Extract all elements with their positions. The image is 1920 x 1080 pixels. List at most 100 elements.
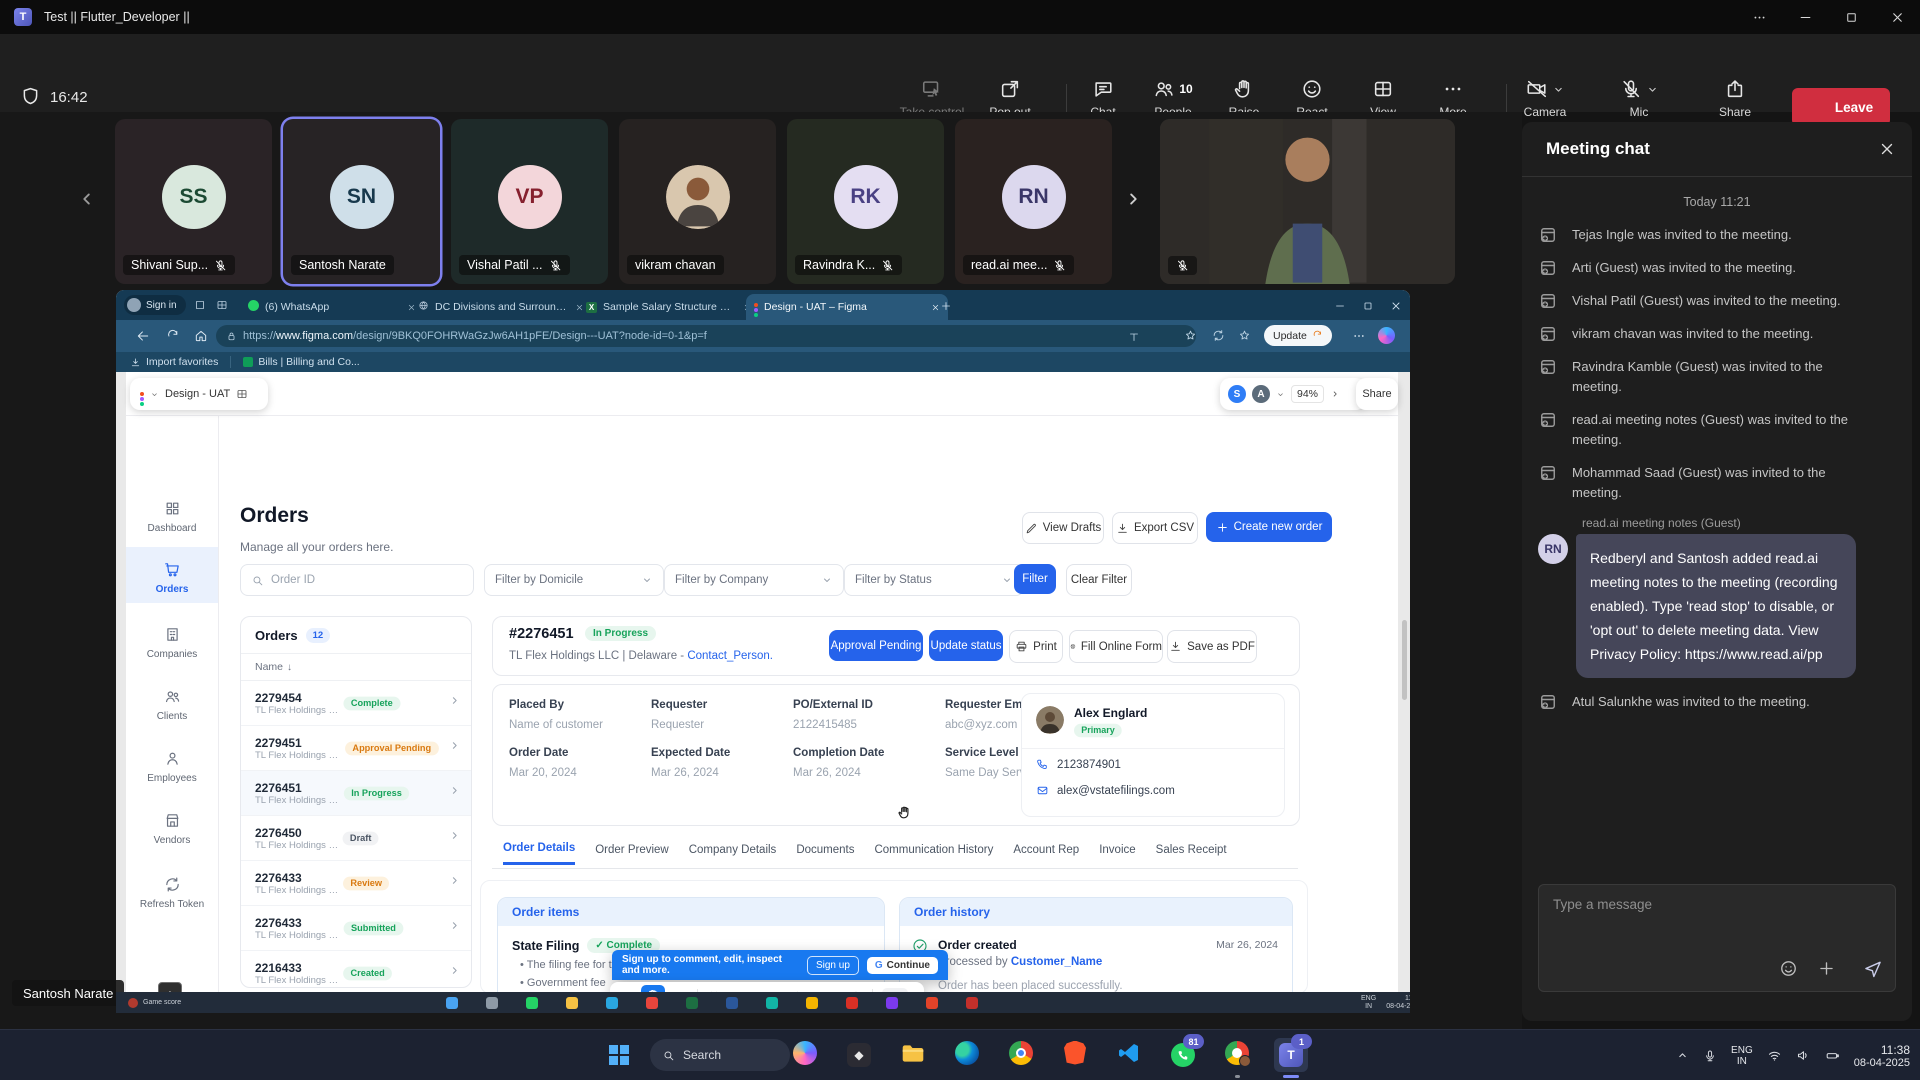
taskbar-icon-vscode[interactable] xyxy=(1112,1038,1146,1072)
browser-tab[interactable]: Design - UAT – Figma xyxy=(746,294,948,320)
language-indicator[interactable]: ENGIN xyxy=(1731,1045,1753,1067)
filter-domicile-select[interactable]: Filter by Domicile xyxy=(484,564,664,596)
order-row-2276450[interactable]: 2276450TL Flex Holdings LLCDraft xyxy=(241,816,471,861)
attach-plus-icon[interactable] xyxy=(1817,959,1836,978)
order-row-2276451[interactable]: 2276451TL Flex Holdings LLCIn Progress xyxy=(241,771,471,816)
close-button[interactable] xyxy=(1874,0,1920,34)
shared-widgets[interactable]: Game score xyxy=(128,998,181,1008)
tab-documents[interactable]: Documents xyxy=(796,844,854,864)
tab-actions-2[interactable] xyxy=(216,298,228,316)
refresh-icon[interactable] xyxy=(166,329,180,343)
browser-close-button[interactable] xyxy=(1390,299,1402,317)
import-favorites[interactable]: Import favorites xyxy=(130,356,218,368)
close-icon[interactable] xyxy=(931,303,940,312)
taskbar-icon-whatsapp[interactable]: 81 xyxy=(1166,1038,1200,1072)
sidebar-item-refresh-token[interactable]: Refresh Token xyxy=(126,876,218,910)
sidebar-item-dashboard[interactable]: Dashboard xyxy=(126,500,218,534)
participant-tile-vikram-chavan[interactable]: vikram chavan xyxy=(619,119,776,284)
browser-tab[interactable]: (6) WhatsApp xyxy=(240,294,424,320)
taskbar-icon-chrome-profile[interactable] xyxy=(1220,1038,1254,1072)
shared-app-icon-9[interactable] xyxy=(806,997,818,1009)
back-icon[interactable] xyxy=(136,329,150,343)
signup-button[interactable]: Sign up xyxy=(807,956,859,975)
browser-essentials[interactable] xyxy=(1212,329,1225,347)
taskbar-icon-brave[interactable] xyxy=(1058,1038,1092,1072)
shared-app-icon-5[interactable] xyxy=(646,997,658,1009)
leave-button[interactable]: Leave xyxy=(1792,88,1890,126)
strip-scroll-right[interactable] xyxy=(1122,188,1144,215)
tab-actions-1[interactable] xyxy=(194,298,206,316)
customer-name-link[interactable]: Customer_Name xyxy=(1011,956,1102,968)
read-aloud[interactable] xyxy=(1128,330,1140,348)
browser-maximize-button[interactable] xyxy=(1362,299,1374,317)
shared-app-icon-6[interactable] xyxy=(686,997,698,1009)
order-row-2279454[interactable]: 2279454TL Flex Holdings LLCComplete xyxy=(241,681,471,726)
minimize-button[interactable] xyxy=(1782,0,1828,34)
sidebar-item-vendors[interactable]: Vendors xyxy=(126,812,218,846)
scrollbar-thumb[interactable] xyxy=(1402,620,1407,700)
filter-apply-button[interactable]: Filter xyxy=(1014,564,1056,594)
chev-down-icon[interactable] xyxy=(1552,83,1565,96)
shared-app-icon-0[interactable] xyxy=(446,997,458,1009)
order-row-2276433[interactable]: 2276433TL Flex Holdings LLCSubmitted xyxy=(241,906,471,951)
order-row-2276433[interactable]: 2276433TL Flex Holdings LLCReview xyxy=(241,861,471,906)
sidebar-item-clients[interactable]: Clients xyxy=(126,688,218,722)
fill-online-form-button[interactable]: Fill Online Form xyxy=(1069,630,1163,663)
shared-app-icon-4[interactable] xyxy=(606,997,618,1009)
home-icon[interactable] xyxy=(194,329,208,343)
home-button[interactable] xyxy=(194,329,208,348)
browser-tab[interactable]: DC Divisions and Surroundings xyxy=(410,294,592,320)
dots-icon[interactable] xyxy=(1352,329,1366,343)
sidebar-item-orders[interactable]: Orders xyxy=(126,561,218,595)
taskbar-icon-chrome[interactable] xyxy=(1004,1038,1038,1072)
contact-phone[interactable]: 2123874901 xyxy=(1036,758,1121,771)
chat-input-box[interactable]: Type a message xyxy=(1538,884,1896,992)
participant-tile-santosh-narate[interactable]: SNSantosh Narate xyxy=(283,119,440,284)
refresh-button[interactable] xyxy=(166,329,180,348)
chev-up-icon[interactable] xyxy=(1676,1049,1689,1062)
shared-app-icon-13[interactable] xyxy=(966,997,978,1009)
view-grid-icon[interactable] xyxy=(236,388,248,400)
collections[interactable] xyxy=(1238,329,1251,347)
tab-account-rep[interactable]: Account Rep xyxy=(1013,844,1079,864)
order-row-2216433[interactable]: 2216433TL Flex Holdings LLCCreated xyxy=(241,951,471,988)
refresh-cw-icon[interactable] xyxy=(1212,329,1225,342)
chev-down-icon[interactable] xyxy=(150,390,159,399)
close-icon[interactable] xyxy=(1878,140,1896,158)
taskbar-icon-app-dark[interactable]: ◆ xyxy=(842,1038,876,1072)
send-icon[interactable] xyxy=(1863,959,1883,979)
filter-company-select[interactable]: Filter by Company xyxy=(664,564,844,596)
browser-tab[interactable]: XSample Salary Structure with calc xyxy=(578,294,760,320)
figma-share-pill[interactable]: Share xyxy=(1356,378,1398,410)
taskbar-clock[interactable]: 11:3808-04-2025 xyxy=(1854,1043,1910,1069)
participant-tile-ravindra-k---[interactable]: RKRavindra K... xyxy=(787,119,944,284)
emoji-icon[interactable] xyxy=(1779,959,1798,978)
order-id-search-input[interactable]: Order ID xyxy=(240,564,474,596)
taskbar-icon-teams[interactable]: T1 xyxy=(1274,1038,1308,1072)
star-icon[interactable] xyxy=(1184,329,1197,342)
clear-filter-button[interactable]: Clear Filter xyxy=(1066,564,1132,596)
update-status-button[interactable]: Update status xyxy=(929,630,1003,661)
new-tab-button[interactable] xyxy=(940,299,952,317)
mic-icon[interactable] xyxy=(1703,1049,1717,1063)
participant-tile-read-ai-mee---[interactable]: RNread.ai mee... xyxy=(955,119,1112,284)
view-drafts-button[interactable]: View Drafts xyxy=(1022,512,1104,544)
save-as-pdf-button[interactable]: Save as PDF xyxy=(1167,630,1257,663)
bookmark-bills[interactable]: Bills | Billing and Co... xyxy=(243,356,359,368)
tab-order-preview[interactable]: Order Preview xyxy=(595,844,669,864)
order-row-2279451[interactable]: 2279451TL Flex Holdings LLCApproval Pend… xyxy=(241,726,471,771)
print-button[interactable]: Print xyxy=(1009,630,1063,663)
approval-pending-button[interactable]: Approval Pending xyxy=(829,630,923,661)
shared-app-icon-1[interactable] xyxy=(486,997,498,1009)
taskbar-icon-copilot[interactable] xyxy=(788,1038,822,1072)
contact-email[interactable]: alex@vstatefilings.com xyxy=(1036,784,1175,797)
maximize-button[interactable] xyxy=(1828,0,1874,34)
volume-icon[interactable] xyxy=(1796,1048,1811,1063)
tab-communication-history[interactable]: Communication History xyxy=(874,844,993,864)
spotlight-tile[interactable] xyxy=(1160,119,1455,284)
strip-scroll-left[interactable] xyxy=(76,188,98,215)
chev-right-icon[interactable] xyxy=(1330,389,1340,399)
chev-down-icon[interactable] xyxy=(1646,83,1659,96)
browser-minimize-button[interactable] xyxy=(1334,299,1346,317)
chev-down-icon[interactable] xyxy=(1276,390,1285,399)
